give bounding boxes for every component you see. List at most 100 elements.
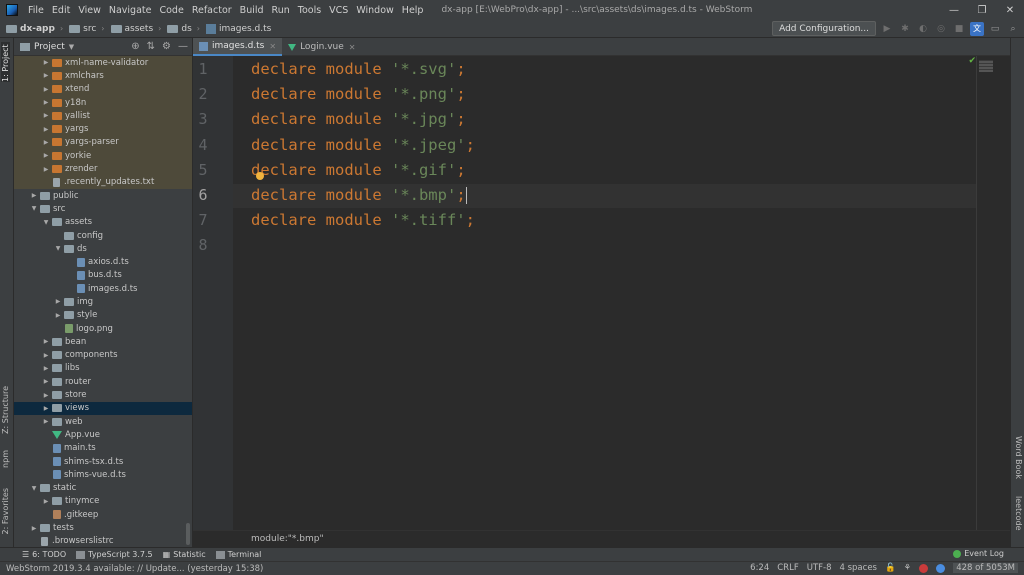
- line-separator[interactable]: CRLF: [777, 563, 798, 573]
- chevron-right-icon[interactable]: ▶: [42, 112, 50, 119]
- chevron-right-icon[interactable]: ▶: [42, 99, 50, 106]
- menu-run[interactable]: Run: [268, 5, 294, 16]
- tree-item[interactable]: ▶ web: [14, 415, 192, 428]
- chevron-down-icon[interactable]: ▼: [42, 219, 50, 226]
- chevron-right-icon[interactable]: ▶: [42, 72, 50, 79]
- crumb-project[interactable]: dx-app: [0, 24, 55, 34]
- indent-setting[interactable]: 4 spaces: [840, 563, 877, 573]
- tree-item[interactable]: ▶ yallist: [14, 109, 192, 123]
- chevron-right-icon[interactable]: ▶: [54, 312, 62, 319]
- layout-icon[interactable]: ▭: [988, 22, 1002, 36]
- chevron-down-icon[interactable]: ▼: [54, 245, 62, 252]
- collapse-icon[interactable]: ⇅: [147, 41, 155, 52]
- hide-icon[interactable]: —: [178, 41, 188, 52]
- code-line[interactable]: declare module '*.png';: [251, 85, 466, 103]
- tree-item[interactable]: ▶ yorkie: [14, 149, 192, 163]
- code-line[interactable]: declare module '*.svg';: [251, 60, 466, 78]
- tree-item[interactable]: ▼ static: [14, 482, 192, 495]
- tree-item[interactable]: ▶ components: [14, 349, 192, 362]
- close-tab-icon[interactable]: ✕: [269, 42, 276, 51]
- caret-position[interactable]: 6:24: [750, 563, 769, 573]
- todo-tab[interactable]: ☰ 6: TODO: [22, 550, 66, 559]
- menu-file[interactable]: File: [24, 5, 48, 16]
- run-icon[interactable]: ▶: [880, 22, 894, 36]
- code-line[interactable]: declare module '*.gif';: [251, 161, 466, 179]
- tree-item[interactable]: ▼ src: [14, 202, 192, 215]
- chevron-right-icon[interactable]: ▶: [42, 338, 50, 345]
- chevron-down-icon[interactable]: ▼: [69, 43, 74, 51]
- intention-bulb-icon[interactable]: [256, 172, 264, 180]
- tree-item[interactable]: ▶ img: [14, 295, 192, 308]
- tree-item[interactable]: ▼ assets: [14, 216, 192, 229]
- editor-tab[interactable]: Login.vue ✕: [282, 38, 361, 56]
- add-configuration-button[interactable]: Add Configuration...: [772, 21, 876, 36]
- chevron-right-icon[interactable]: ▶: [42, 152, 50, 159]
- lock-icon[interactable]: 🔓: [885, 563, 896, 573]
- tree-item[interactable]: ▶ tests: [14, 521, 192, 534]
- tree-item[interactable]: ▶ xmlchars: [14, 69, 192, 83]
- tree-item[interactable]: logo.png: [14, 322, 192, 335]
- leetcode-tool-tab[interactable]: leetcode: [1014, 496, 1023, 531]
- search-everywhere-icon[interactable]: ⌕: [1006, 22, 1020, 36]
- tree-item[interactable]: shims-vue.d.ts: [14, 468, 192, 481]
- code-line[interactable]: declare module '*.jpeg';: [251, 136, 475, 154]
- chevron-right-icon[interactable]: ▶: [30, 525, 38, 532]
- error-icon[interactable]: [919, 563, 929, 573]
- menu-help[interactable]: Help: [398, 5, 428, 16]
- menu-code[interactable]: Code: [155, 5, 187, 16]
- file-encoding[interactable]: UTF-8: [807, 563, 832, 573]
- chevron-right-icon[interactable]: ▶: [42, 59, 50, 66]
- tree-item[interactable]: ▶ bean: [14, 335, 192, 348]
- crumb-assets[interactable]: assets: [105, 24, 153, 34]
- chevron-down-icon[interactable]: ▼: [30, 485, 38, 492]
- tree-item[interactable]: bus.d.ts: [14, 269, 192, 282]
- menu-navigate[interactable]: Navigate: [105, 5, 156, 16]
- tree-item[interactable]: App.vue: [14, 428, 192, 441]
- editor-breadcrumb-item[interactable]: module:"*.bmp": [251, 534, 324, 544]
- chevron-right-icon[interactable]: ▶: [42, 139, 50, 146]
- menu-window[interactable]: Window: [352, 5, 397, 16]
- typescript-tab[interactable]: TypeScript 3.7.5: [76, 550, 153, 559]
- code-line[interactable]: declare module '*.bmp';: [251, 186, 467, 204]
- crumb-src[interactable]: src: [63, 24, 96, 34]
- restore-icon[interactable]: ❐: [968, 0, 996, 20]
- chevron-right-icon[interactable]: ▶: [42, 405, 50, 412]
- close-tab-icon[interactable]: ✕: [349, 43, 356, 52]
- structure-tool-tab[interactable]: Z: Structure: [1, 386, 10, 434]
- tree-item[interactable]: ▶ xml-name-validator: [14, 56, 192, 70]
- project-tree-scrollbar[interactable]: [186, 523, 190, 545]
- chevron-right-icon[interactable]: ▶: [42, 166, 50, 173]
- tree-item[interactable]: ▶ router: [14, 375, 192, 388]
- chevron-right-icon[interactable]: ▶: [42, 365, 50, 372]
- menu-view[interactable]: View: [74, 5, 105, 16]
- menu-vcs[interactable]: VCS: [325, 5, 352, 16]
- minimize-icon[interactable]: —: [940, 0, 968, 20]
- tree-item[interactable]: shims-tsx.d.ts: [14, 455, 192, 468]
- tree-item[interactable]: images.d.ts: [14, 282, 192, 295]
- profile-icon[interactable]: ◎: [934, 22, 948, 36]
- tree-item[interactable]: .browserslistrc: [14, 535, 192, 547]
- tree-item[interactable]: ▶ yargs: [14, 122, 192, 136]
- tree-item[interactable]: axios.d.ts: [14, 255, 192, 268]
- tree-item[interactable]: main.ts: [14, 442, 192, 455]
- tree-item[interactable]: ▶ zrender: [14, 162, 192, 176]
- terminal-tab[interactable]: Terminal: [215, 550, 261, 559]
- chevron-right-icon[interactable]: ▶: [42, 378, 50, 385]
- tree-item[interactable]: ▼ ds: [14, 242, 192, 255]
- code-editor[interactable]: 12345678 declare module '*.svg'; declare …: [193, 56, 1010, 530]
- tree-item[interactable]: ▶ y18n: [14, 95, 192, 110]
- crumb-file[interactable]: images.d.ts: [200, 23, 271, 34]
- tree-item[interactable]: .recently_updates.txt: [14, 175, 192, 189]
- memory-indicator[interactable]: 428 of 5053M: [953, 563, 1018, 573]
- project-tool-tab[interactable]: 1: Project: [1, 42, 10, 82]
- tree-item[interactable]: ▶ tinymce: [14, 495, 192, 508]
- coverage-icon[interactable]: ◐: [916, 22, 930, 36]
- chevron-right-icon[interactable]: ▶: [42, 498, 50, 505]
- chevron-down-icon[interactable]: ▼: [30, 205, 38, 212]
- locate-icon[interactable]: ⊕: [131, 41, 139, 52]
- google-icon[interactable]: [936, 563, 946, 573]
- stop-icon[interactable]: ■: [952, 22, 966, 36]
- git-icon[interactable]: ⚘: [904, 563, 912, 573]
- chevron-right-icon[interactable]: ▶: [54, 298, 62, 305]
- chevron-right-icon[interactable]: ▶: [42, 126, 50, 133]
